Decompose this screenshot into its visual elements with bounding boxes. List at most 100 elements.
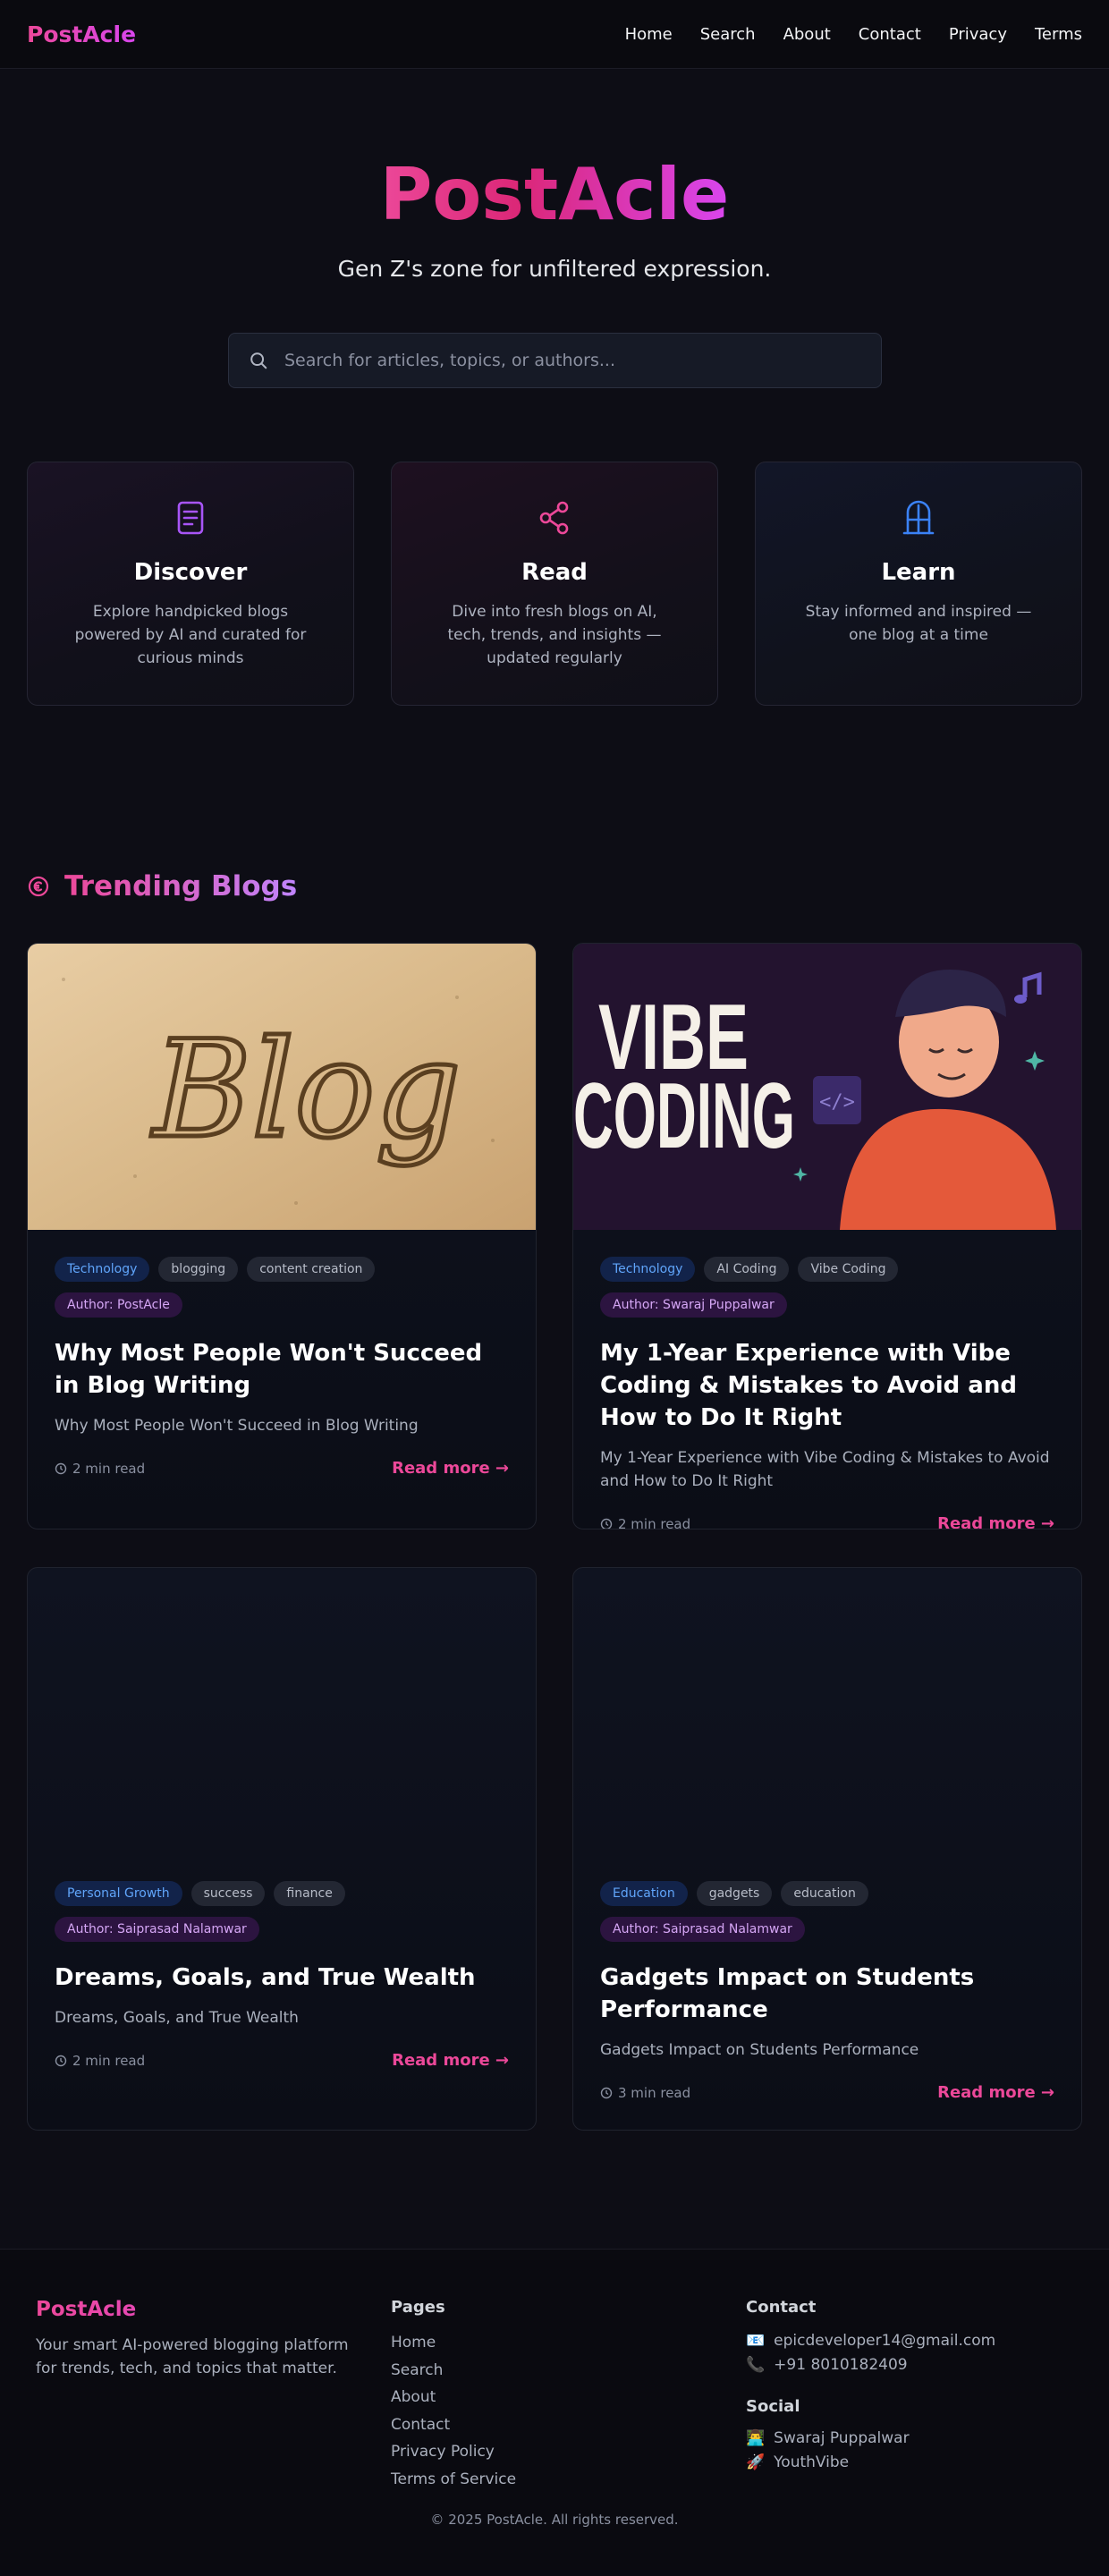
- tag-list: Personal Growth success finance: [55, 1881, 509, 1906]
- blog-excerpt: My 1-Year Experience with Vibe Coding & …: [600, 1449, 1050, 1490]
- feature-title: Read: [521, 559, 588, 586]
- search-icon: [250, 352, 267, 369]
- trending-icon: [28, 876, 49, 897]
- tag[interactable]: Vibe Coding: [798, 1257, 899, 1282]
- blog-excerpt: Gadgets Impact on Students Performance: [600, 2041, 919, 2059]
- blog-card[interactable]: Blog Technology blogging content creatio…: [27, 943, 537, 1530]
- share-icon: [539, 501, 569, 535]
- blog-meta: 3 min read Read more →: [600, 2083, 1054, 2102]
- read-more-link[interactable]: Read more →: [937, 1514, 1054, 1529]
- read-more-link[interactable]: Read more →: [392, 2051, 509, 2070]
- footer-link-home[interactable]: Home: [391, 2329, 516, 2357]
- footer-social-link[interactable]: 👨‍💻 Swaraj Puppalwar: [746, 2427, 995, 2451]
- tag[interactable]: AI Coding: [704, 1257, 790, 1282]
- phone-icon: 📞: [746, 2356, 766, 2374]
- footer-contact-heading: Contact: [746, 2298, 817, 2317]
- person-icon: 👨‍💻: [746, 2429, 766, 2447]
- footer-brand: PostAcle: [36, 2298, 367, 2321]
- footer-social-link[interactable]: 🚀 YouthVibe: [746, 2451, 995, 2475]
- email-icon: 📧: [746, 2332, 766, 2350]
- blog-meta: 2 min read Read more →: [600, 1514, 1054, 1529]
- door-icon: [902, 500, 935, 535]
- blog-title[interactable]: Why Most People Won't Succeed in Blog Wr…: [55, 1337, 509, 1402]
- read-more-link[interactable]: Read more →: [392, 1459, 509, 1478]
- search-input[interactable]: [284, 351, 857, 370]
- blog-excerpt: Why Most People Won't Succeed in Blog Wr…: [55, 1417, 419, 1435]
- blog-meta: 2 min read Read more →: [55, 1459, 509, 1478]
- footer-link-terms[interactable]: Terms of Service: [391, 2466, 516, 2494]
- search-bar[interactable]: [228, 333, 882, 388]
- blog-card-body: Technology AI Coding Vibe Coding Author:…: [600, 1257, 1054, 1529]
- blog-card[interactable]: VIBE CODING </> Technology AI Coding Vib…: [572, 943, 1082, 1530]
- read-time: 3 min read: [600, 2085, 690, 2101]
- read-time: 2 min read: [55, 2053, 145, 2069]
- footer-social-heading: Social: [746, 2397, 800, 2416]
- trending-header: Trending Blogs: [27, 870, 297, 902]
- category-tag[interactable]: Personal Growth: [55, 1881, 182, 1906]
- author-tag[interactable]: Author: Saiprasad Nalamwar: [600, 1917, 805, 1942]
- nav-brand-logo[interactable]: PostAcle: [27, 21, 136, 47]
- footer-pages: Pages Home Search About Contact Privacy …: [391, 2298, 516, 2493]
- footer-pages-heading: Pages: [391, 2298, 445, 2317]
- category-tag[interactable]: Education: [600, 1881, 688, 1906]
- rocket-icon: 🚀: [746, 2453, 766, 2471]
- blog-card-body: Technology blogging content creation Aut…: [55, 1257, 509, 1478]
- feature-card-learn: Learn Stay informed and inspired — one b…: [755, 462, 1082, 706]
- author-tag[interactable]: Author: Saiprasad Nalamwar: [55, 1917, 259, 1942]
- nav-link-search[interactable]: Search: [700, 25, 756, 44]
- clock-icon: [55, 2055, 67, 2066]
- footer-phone[interactable]: 📞 +91 8010182409: [746, 2353, 995, 2377]
- blog-excerpt: Dreams, Goals, and True Wealth: [55, 2009, 299, 2027]
- footer-about: PostAcle Your smart AI-powered blogging …: [36, 2298, 367, 2380]
- nav-link-about[interactable]: About: [783, 25, 831, 44]
- hero-subtitle: Gen Z's zone for unfiltered expression.: [337, 256, 772, 282]
- blog-sand-image: Blog: [28, 944, 536, 1230]
- feature-card-discover: Discover Explore handpicked blogs powere…: [27, 462, 354, 706]
- category-tag[interactable]: Technology: [600, 1257, 696, 1282]
- footer-link-privacy[interactable]: Privacy Policy: [391, 2438, 516, 2466]
- tag[interactable]: blogging: [158, 1257, 239, 1282]
- feature-card-read: Read Dive into fresh blogs on AI, tech, …: [391, 462, 718, 706]
- nav-link-privacy[interactable]: Privacy: [949, 25, 1007, 44]
- footer-tagline: Your smart AI-powered blogging platform …: [36, 2336, 349, 2377]
- blog-title[interactable]: My 1-Year Experience with Vibe Coding & …: [600, 1337, 1054, 1434]
- feature-title: Learn: [881, 559, 956, 586]
- blog-image-text: Blog: [150, 1013, 461, 1168]
- footer-contact: Contact 📧 epicdeveloper14@gmail.com 📞 +9…: [746, 2298, 995, 2475]
- footer-link-contact[interactable]: Contact: [391, 2411, 516, 2439]
- blog-card[interactable]: Personal Growth success finance Author: …: [27, 1567, 537, 2131]
- feature-title: Discover: [133, 559, 248, 586]
- hero-title: PostAcle: [379, 153, 730, 236]
- tag[interactable]: content creation: [247, 1257, 376, 1282]
- author-tag[interactable]: Author: PostAcle: [55, 1292, 182, 1318]
- author-tag[interactable]: Author: Swaraj Puppalwar: [600, 1292, 787, 1318]
- tag[interactable]: success: [190, 1881, 266, 1906]
- document-icon: [177, 501, 204, 535]
- blog-card[interactable]: Education gadgets education Author: Saip…: [572, 1567, 1082, 2131]
- tag[interactable]: education: [781, 1881, 868, 1906]
- tag[interactable]: finance: [274, 1881, 345, 1906]
- blog-title[interactable]: Dreams, Goals, and True Wealth: [55, 1962, 509, 1994]
- tag-list: Technology blogging content creation: [55, 1257, 509, 1282]
- blog-card-body: Education gadgets education Author: Saip…: [600, 1881, 1054, 2102]
- footer-link-search[interactable]: Search: [391, 2357, 516, 2385]
- feature-text: Dive into fresh blogs on AI, tech, trend…: [447, 603, 662, 667]
- nav-links: Home Search About Contact Privacy Terms: [625, 25, 1082, 44]
- category-tag[interactable]: Technology: [55, 1257, 150, 1282]
- clock-icon: [600, 2087, 613, 2098]
- footer-link-about[interactable]: About: [391, 2384, 516, 2411]
- vibe-coding-image: VIBE CODING </>: [573, 944, 1081, 1230]
- nav-link-contact[interactable]: Contact: [859, 25, 921, 44]
- nav-link-terms[interactable]: Terms: [1035, 25, 1082, 44]
- read-more-link[interactable]: Read more →: [937, 2083, 1054, 2102]
- blog-title[interactable]: Gadgets Impact on Students Performance: [600, 1962, 1054, 2026]
- blog-card-body: Personal Growth success finance Author: …: [55, 1881, 509, 2070]
- nav-link-home[interactable]: Home: [625, 25, 673, 44]
- tag[interactable]: gadgets: [696, 1881, 773, 1906]
- coding-text: CODING: [573, 1064, 795, 1168]
- tag-list: Education gadgets education: [600, 1881, 1054, 1906]
- copyright: © 2025 PostAcle. All rights reserved.: [430, 2512, 679, 2528]
- top-nav: PostAcle Home Search About Contact Priva…: [0, 0, 1109, 69]
- footer-email[interactable]: 📧 epicdeveloper14@gmail.com: [746, 2329, 995, 2353]
- read-time: 2 min read: [55, 1461, 145, 1477]
